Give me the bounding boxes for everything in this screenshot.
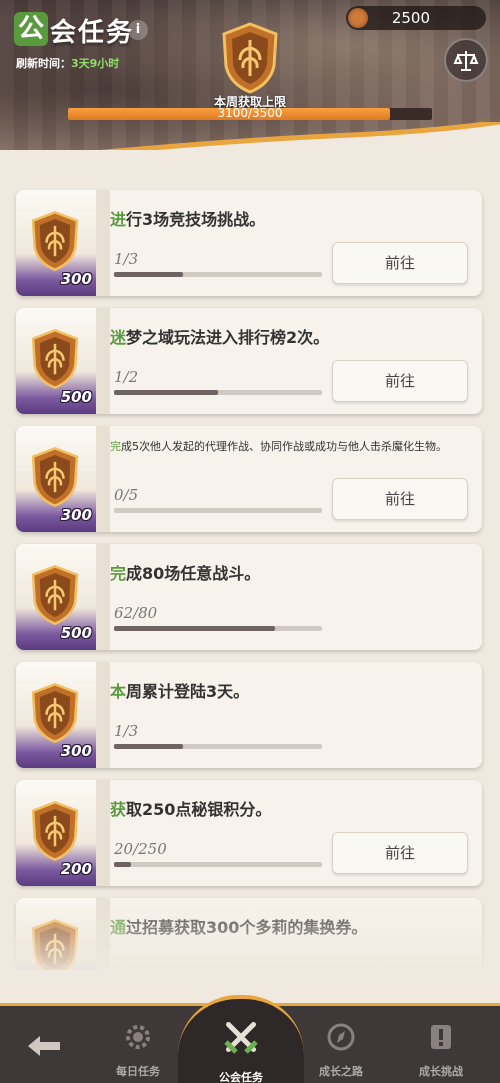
- task-description: 获取250点秘银积分。: [110, 796, 460, 820]
- tab-label: 成长挑战: [419, 1065, 463, 1078]
- task-progress-text: 1/2: [114, 368, 139, 386]
- weekly-progress-text: 3100/3500: [217, 106, 283, 120]
- task-description-text: 成5次他人发起的代理作战、协同作战或成功与他人击杀魔化生物。: [121, 440, 447, 453]
- go-button[interactable]: 前往: [332, 478, 468, 520]
- reward-amount: 300: [60, 742, 92, 760]
- guild-medal-icon: [31, 800, 79, 862]
- scale-icon[interactable]: [444, 38, 488, 82]
- task-card: 300 本周累计登陆3天。 1/3: [16, 662, 482, 768]
- task-progress-text: 20/250: [114, 840, 167, 858]
- card-divider: [96, 662, 110, 768]
- go-button[interactable]: 前往: [332, 242, 468, 284]
- card-divider: [96, 190, 110, 296]
- tab-growth-path[interactable]: 成长之路: [296, 1021, 386, 1079]
- guild-medal-icon: [31, 564, 79, 626]
- info-icon[interactable]: i: [128, 20, 148, 40]
- task-progress-fill: [114, 744, 184, 749]
- gear-icon: [126, 1025, 150, 1049]
- reward-icon-box: 300: [16, 662, 96, 768]
- task-description-highlight: 获: [110, 800, 127, 819]
- task-progress-bar: [114, 390, 322, 395]
- compass-icon: [327, 1023, 355, 1051]
- page-title: 会任务: [50, 18, 135, 48]
- task-description: 完成80场任意战斗。: [110, 560, 460, 584]
- guild-coin-icon: [348, 8, 368, 28]
- tab-growth-challenge[interactable]: 成长挑战: [396, 1021, 486, 1079]
- task-description: 进行3场竞技场挑战。: [110, 206, 460, 230]
- task-card: 500 迷梦之域玩法进入排行榜2次。 1/2 前往: [16, 308, 482, 414]
- back-arrow-icon[interactable]: [24, 1031, 64, 1061]
- tab-label: 成长之路: [319, 1065, 363, 1078]
- tab-label: 每日任务: [116, 1065, 160, 1078]
- task-description-text: 成80场任意战斗。: [126, 564, 261, 583]
- task-description-highlight: 本: [110, 682, 127, 701]
- guild-medal-icon: [31, 210, 79, 272]
- reward-amount: 200: [60, 860, 92, 878]
- task-description-text: 周累计登陆3天。: [126, 682, 250, 701]
- task-description: 本周累计登陆3天。: [110, 678, 460, 702]
- task-description-highlight: 进: [110, 210, 127, 229]
- crossed-swords-icon: [224, 1022, 258, 1054]
- reward-icon-box: 300: [16, 426, 96, 532]
- card-divider: [96, 308, 110, 414]
- gold-swoosh-divider: [99, 122, 500, 150]
- guild-medal-icon: [31, 328, 79, 390]
- task-description-highlight: 完: [110, 564, 127, 583]
- task-progress-fill: [114, 272, 184, 277]
- task-progress-text: 1/3: [114, 722, 139, 740]
- task-description-highlight: 迷: [110, 328, 127, 347]
- title-badge: 公: [14, 12, 48, 46]
- tab-guild-tasks[interactable]: 公会任务: [196, 1003, 286, 1083]
- task-description: 完成5次他人发起的代理作战、协同作战或成功与他人击杀魔化生物。: [110, 438, 460, 455]
- task-description-highlight: 完: [110, 440, 121, 453]
- task-progress-fill: [114, 626, 276, 631]
- reward-amount: 500: [60, 388, 92, 406]
- tab-daily-tasks[interactable]: 每日任务: [93, 1021, 183, 1079]
- card-divider: [96, 544, 110, 650]
- refresh-time: 刷新时间：3天9小时: [16, 55, 119, 71]
- task-list[interactable]: 300 进行3场竞技场挑战。 1/3 前往 500 迷梦之域玩法进入排行榜2次。 1/2 前往…: [0, 180, 500, 970]
- reward-amount: 300: [60, 270, 92, 288]
- guild-medal-icon: [31, 682, 79, 744]
- currency-amount: 2500: [391, 9, 430, 27]
- reward-icon-box: 200: [16, 780, 96, 886]
- go-button[interactable]: 前往: [332, 832, 468, 874]
- task-progress-text: 0/5: [114, 486, 139, 504]
- header: 公 会任务 i 刷新时间：3天9小时 2500 本周获取上限 3100/3500: [0, 0, 500, 150]
- currency-display: 2500: [346, 6, 486, 30]
- task-description: 迷梦之域玩法进入排行榜2次。: [110, 324, 460, 348]
- task-progress-fill: [114, 390, 218, 395]
- warning-icon: [431, 1025, 451, 1049]
- task-description-text: 梦之域玩法进入排行榜2次。: [126, 328, 330, 347]
- task-progress-text: 1/3: [114, 250, 139, 268]
- refresh-value: 3天9小时: [71, 57, 120, 70]
- task-progress-bar: [114, 626, 322, 631]
- weekly-medal-icon: [222, 22, 278, 94]
- task-progress-bar: [114, 508, 322, 513]
- reward-icon-box: 500: [16, 308, 96, 414]
- task-card: 300 进行3场竞技场挑战。 1/3 前往: [16, 190, 482, 296]
- list-fade: [0, 890, 500, 980]
- refresh-label: 刷新时间：: [16, 57, 71, 70]
- reward-icon-box: 300: [16, 190, 96, 296]
- task-progress-bar: [114, 272, 322, 277]
- task-progress-bar: [114, 862, 322, 867]
- task-description-text: 行3场竞技场挑战。: [126, 210, 266, 229]
- card-divider: [96, 780, 110, 886]
- go-button[interactable]: 前往: [332, 360, 468, 402]
- task-progress-bar: [114, 744, 322, 749]
- task-progress-text: 62/80: [114, 604, 158, 622]
- reward-icon-box: 500: [16, 544, 96, 650]
- task-card: 200 获取250点秘银积分。 20/250 前往: [16, 780, 482, 886]
- task-description-text: 取250点秘银积分。: [126, 800, 272, 819]
- guild-medal-icon: [31, 446, 79, 508]
- reward-amount: 500: [60, 624, 92, 642]
- task-progress-fill: [114, 862, 131, 867]
- bottom-nav: 每日任务 公会任务 成长之路 成长挑战: [0, 995, 500, 1083]
- tab-label: 公会任务: [219, 1071, 263, 1083]
- reward-amount: 300: [60, 506, 92, 524]
- card-divider: [96, 426, 110, 532]
- task-card: 500 完成80场任意战斗。 62/80: [16, 544, 482, 650]
- task-card: 300 完成5次他人发起的代理作战、协同作战或成功与他人击杀魔化生物。 0/5 前往: [16, 426, 482, 532]
